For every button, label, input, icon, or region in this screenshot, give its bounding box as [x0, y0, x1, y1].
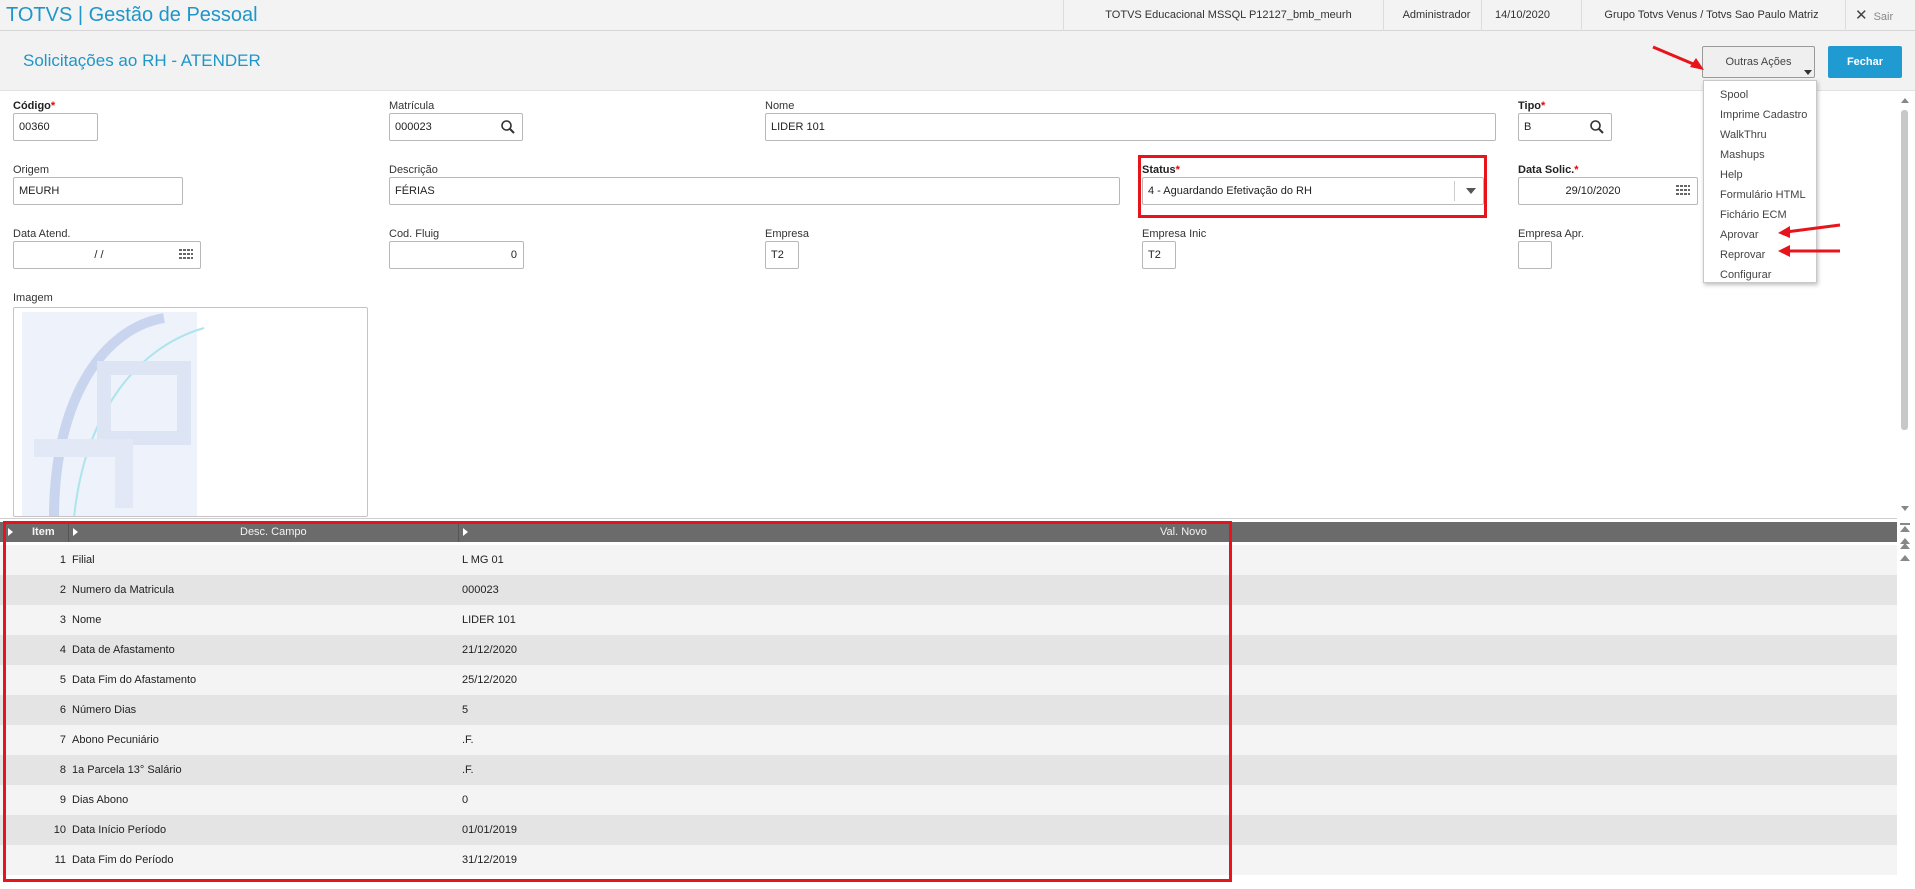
tipo-label-text: Tipo — [1518, 100, 1542, 112]
chevron-down-icon — [1804, 70, 1812, 75]
menu-item-imprime-cadastro[interactable]: Imprime Cadastro — [1704, 105, 1816, 125]
menu-item-help[interactable]: Help — [1704, 165, 1816, 185]
empresa-apr-field[interactable] — [1518, 241, 1552, 269]
imagem-label: Imagem — [13, 292, 53, 304]
scroll-top-icon — [1900, 523, 1910, 532]
data-atend-label: Data Atend. — [13, 228, 71, 240]
grid-scrollbar[interactable] — [1898, 521, 1912, 889]
tipo-value: B — [1524, 121, 1532, 133]
codigo-label: Código* — [13, 100, 56, 112]
nome-label: Nome — [765, 100, 795, 112]
empresa-apr-label: Empresa Apr. — [1518, 228, 1585, 240]
page-title: Solicitações ao RH - ATENDER — [23, 51, 261, 70]
close-icon: ✕ — [1855, 7, 1868, 24]
menu-item-configurar[interactable]: Configurar — [1704, 265, 1816, 285]
user-info: Administrador — [1383, 0, 1489, 31]
date-info: 14/10/2020 — [1481, 0, 1563, 31]
origem-label: Origem — [13, 164, 50, 176]
data-solic-value: 29/10/2020 — [1565, 185, 1621, 197]
menu-item-mashups[interactable]: Mashups — [1704, 145, 1816, 165]
cod-fluig-field[interactable]: 0 — [389, 241, 524, 269]
empresa-inic-field[interactable]: T2 — [1142, 241, 1176, 269]
menu-item-walkthru[interactable]: WalkThru — [1704, 125, 1816, 145]
exit-button[interactable]: ✕ Sair — [1845, 0, 1915, 31]
form-scrollbar[interactable] — [1898, 98, 1912, 518]
descricao-label: Descrição — [389, 164, 438, 176]
menu-item-spool[interactable]: Spool — [1704, 85, 1816, 105]
data-solic-label-text: Data Solic. — [1518, 164, 1575, 176]
other-actions-label: Outras Ações — [1725, 56, 1792, 68]
search-icon[interactable] — [1589, 119, 1605, 135]
nome-field[interactable]: LIDER 101 — [765, 113, 1496, 141]
scroll-down-icon[interactable] — [1901, 506, 1909, 511]
descricao-field[interactable]: FÉRIAS — [389, 177, 1120, 205]
search-icon[interactable] — [500, 119, 516, 135]
top-bar: TOTVS | Gestão de Pessoal TOTVS Educacio… — [0, 0, 1915, 31]
image-placeholder[interactable] — [13, 307, 368, 517]
app-title: TOTVS | Gestão de Pessoal — [6, 4, 258, 26]
tipo-field[interactable]: B — [1518, 113, 1612, 141]
calendar-icon[interactable] — [178, 247, 194, 263]
menu-item-formulario-html[interactable]: Formulário HTML — [1704, 185, 1816, 205]
annotation-arrow-actions — [1652, 45, 1704, 70]
other-actions-button[interactable]: Outras Ações — [1702, 46, 1815, 78]
grid-highlight-box — [3, 521, 1232, 882]
data-atend-field[interactable]: / / — [13, 241, 201, 269]
origem-field[interactable]: MEURH — [13, 177, 183, 205]
scroll-up-icon — [1900, 555, 1910, 561]
exit-label: Sair — [1873, 11, 1894, 23]
image-watermark-icon — [22, 312, 205, 516]
data-solic-field[interactable]: 29/10/2020 — [1518, 177, 1698, 205]
matricula-value: 000023 — [395, 121, 432, 133]
empresa-label: Empresa — [765, 228, 810, 240]
status-highlight-box — [1138, 155, 1487, 218]
scrollbar-thumb[interactable] — [1901, 110, 1908, 430]
data-solic-label: Data Solic.* — [1518, 164, 1579, 176]
matricula-field[interactable]: 000023 — [389, 113, 523, 141]
scroll-up-icon[interactable] — [1901, 98, 1909, 103]
scroll-page-up-icon — [1900, 538, 1910, 549]
data-atend-value: / / — [94, 249, 104, 261]
calendar-icon[interactable] — [1675, 183, 1691, 199]
close-button[interactable]: Fechar — [1828, 46, 1902, 78]
company-info: Grupo Totvs Venus / Totvs Sao Paulo Matr… — [1581, 0, 1841, 31]
cod-fluig-label: Cod. Fluig — [389, 228, 440, 240]
empresa-field[interactable]: T2 — [765, 241, 799, 269]
tipo-label: Tipo* — [1518, 100, 1546, 112]
annotation-arrows-approve-reject — [1778, 223, 1841, 257]
page-header: Solicitações ao RH - ATENDER Outras Açõe… — [0, 31, 1915, 91]
matricula-label: Matrícula — [389, 100, 435, 112]
codigo-field[interactable]: 00360 — [13, 113, 98, 141]
environment-info: TOTVS Educacional MSSQL P12127_bmb_meurh — [1063, 0, 1393, 31]
codigo-label-text: Código — [13, 100, 51, 112]
empresa-inic-label: Empresa Inic — [1142, 228, 1207, 240]
